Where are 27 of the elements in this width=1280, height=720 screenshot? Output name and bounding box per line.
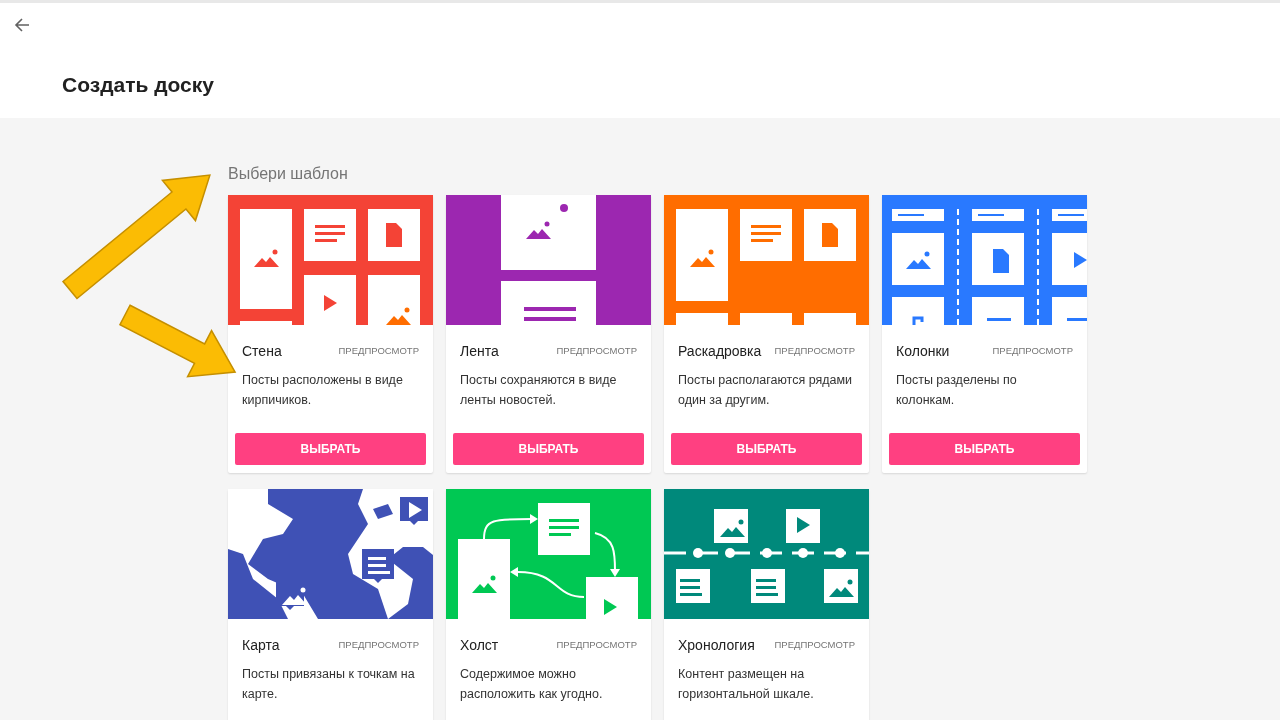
- section-label: Выбери шаблон: [228, 164, 349, 184]
- page-title: Создать доску: [62, 72, 215, 98]
- select-button[interactable]: ВЫБРАТЬ: [235, 433, 426, 465]
- preview-link[interactable]: ПРЕДПРОСМОТР: [338, 638, 419, 653]
- preview-link[interactable]: ПРЕДПРОСМОТР: [338, 344, 419, 359]
- template-description: Посты сохраняются в виде ленты новостей.: [459, 372, 618, 409]
- template-description: Посты располагаются рядами один за другим.: [677, 372, 854, 409]
- template-name: Хронология: [678, 636, 755, 655]
- template-name: Колонки: [896, 342, 950, 361]
- template-description: Посты привязаны к точкам на карте.: [241, 666, 416, 703]
- template-name: Стена: [242, 342, 282, 361]
- template-name: Холст: [460, 636, 499, 655]
- template-description: Содержимое можно расположить как угодно.: [459, 666, 604, 703]
- select-button[interactable]: ВЫБРАТЬ: [453, 433, 644, 465]
- preview-link[interactable]: ПРЕДПРОСМОТР: [774, 344, 855, 359]
- template-name: Раскадровка: [678, 342, 762, 361]
- template-description: Посты расположены в виде кирпичиков.: [241, 372, 404, 409]
- preview-link[interactable]: ПРЕДПРОСМОТР: [556, 638, 637, 653]
- preview-link[interactable]: ПРЕДПРОСМОТР: [556, 344, 637, 359]
- template-name: Карта: [242, 636, 280, 655]
- template-description: Посты разделены по колонкам.: [895, 372, 1018, 409]
- template-description: Контент размещен на горизонтальной шкале.: [677, 666, 815, 703]
- template-name: Лента: [460, 342, 499, 361]
- preview-link[interactable]: ПРЕДПРОСМОТР: [774, 638, 855, 653]
- select-button[interactable]: ВЫБРАТЬ: [889, 433, 1080, 465]
- select-button[interactable]: ВЫБРАТЬ: [671, 433, 862, 465]
- preview-link[interactable]: ПРЕДПРОСМОТР: [992, 344, 1073, 359]
